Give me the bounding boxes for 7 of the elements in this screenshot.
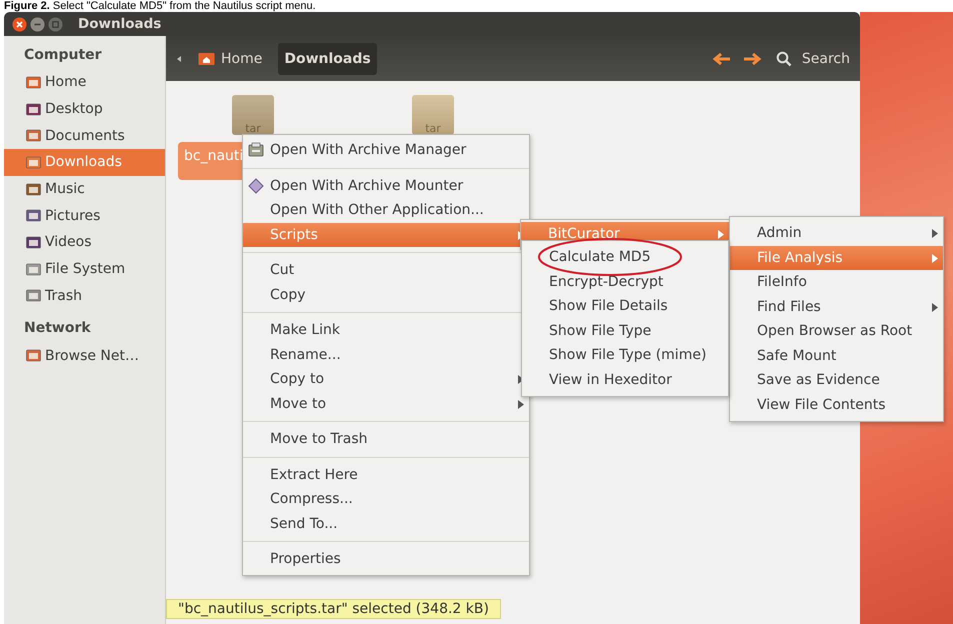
sidebar-heading: Network (23, 319, 92, 338)
figure-caption: Figure 2. Select "Calculate MD5" from the Nautilus script menu. (3, 0, 317, 12)
window-title: Downloads (78, 16, 162, 32)
file-type-label: tar (425, 122, 441, 135)
sidebar-heading: Computer (23, 46, 103, 65)
file-type-label: tar (245, 122, 261, 135)
status-bar: "bc_nautilus_scripts.tar" selected (348.2 kB) (166, 599, 501, 619)
